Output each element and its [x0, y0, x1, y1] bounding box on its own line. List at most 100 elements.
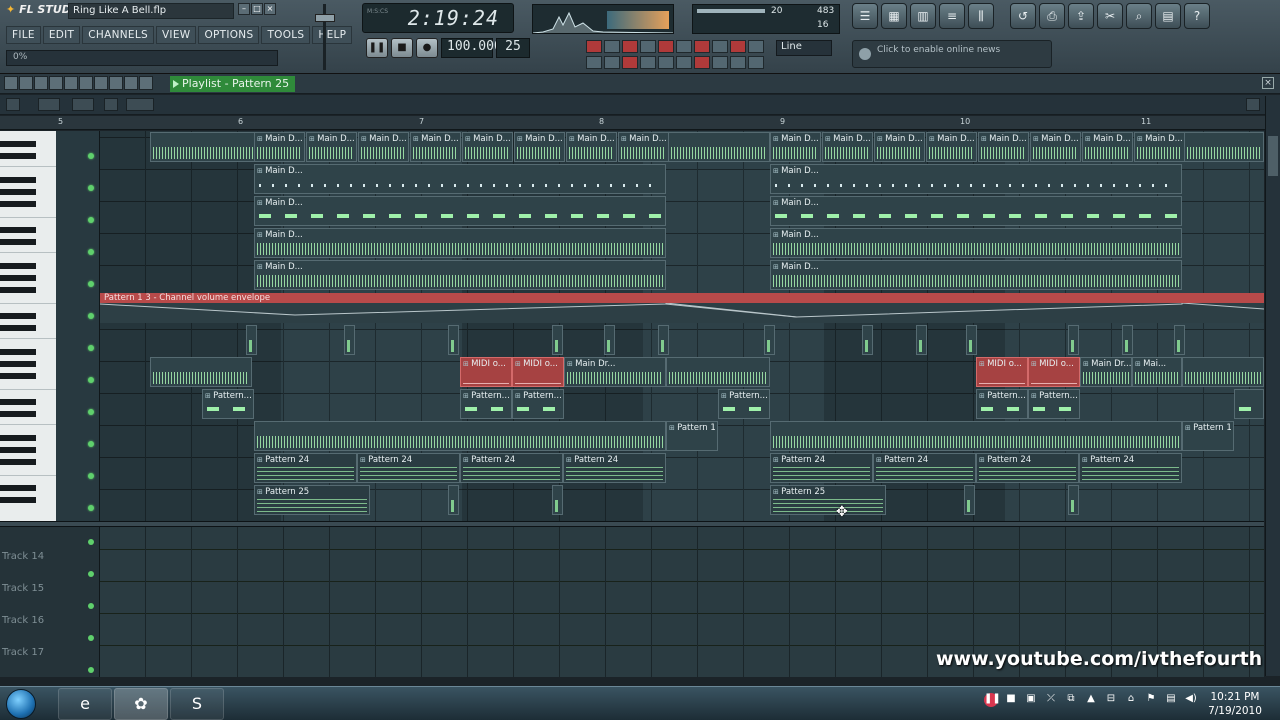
pencil-icon[interactable] — [34, 76, 48, 90]
pattern-clip[interactable]: Pattern 24 — [770, 453, 873, 483]
pattern-clip[interactable]: Pattern 24 — [976, 453, 1079, 483]
internet-explorer-icon[interactable]: e — [58, 688, 112, 720]
pattern-number-display[interactable]: 25 — [496, 38, 530, 58]
left-arrow-icon[interactable] — [104, 98, 118, 111]
pattern-clip[interactable]: Main D... — [462, 132, 513, 162]
toggle-button[interactable] — [640, 56, 656, 69]
toggle-button[interactable] — [676, 40, 692, 53]
pattern-clip[interactable] — [964, 485, 975, 515]
toggle-button[interactable] — [694, 40, 710, 53]
pattern-clip[interactable] — [604, 325, 615, 355]
vertical-scrollbar[interactable] — [1265, 96, 1280, 676]
pattern-clip[interactable] — [254, 421, 666, 451]
toggle-button[interactable] — [658, 40, 674, 53]
browser-icon[interactable]: ≡ — [939, 3, 965, 29]
pattern-clip[interactable]: Pattern 25 — [254, 485, 370, 515]
right-arrow-icon[interactable] — [1246, 98, 1260, 111]
track-enable-led[interactable] — [88, 249, 94, 255]
track-enable-led[interactable] — [88, 539, 94, 545]
pattern-clip[interactable] — [448, 485, 459, 515]
record-indicator-icon[interactable]: ❚❚ — [984, 693, 1001, 707]
restore-icon[interactable]: □ — [251, 3, 263, 15]
pattern-clip[interactable]: Pattern... — [1028, 389, 1080, 419]
track-enable-led[interactable] — [88, 473, 94, 479]
mixer-icon[interactable]: ⫼ — [968, 3, 994, 29]
pattern-clip[interactable]: Pattern 24 — [563, 453, 666, 483]
start-button[interactable] — [6, 689, 36, 719]
toggle-button[interactable] — [586, 40, 602, 53]
toggle-button[interactable] — [730, 40, 746, 53]
network-icon[interactable]: ▤ — [1164, 693, 1178, 707]
pause-button[interactable]: ❚❚ — [366, 38, 388, 58]
tray-icon[interactable]: ▣ — [1024, 693, 1038, 707]
toggle-button[interactable] — [748, 40, 764, 53]
pattern-clip[interactable] — [966, 325, 977, 355]
toggle-button[interactable] — [676, 56, 692, 69]
toggle-button[interactable] — [604, 40, 620, 53]
pattern-clip[interactable]: Main D... — [978, 132, 1029, 162]
track-enable-led[interactable] — [88, 377, 94, 383]
fl-studio-icon[interactable]: ✿ — [114, 688, 168, 720]
pattern-clip[interactable] — [1122, 325, 1133, 355]
track-name[interactable]: Track 16 — [2, 615, 44, 626]
track-enable-led[interactable] — [88, 153, 94, 159]
slider-handle[interactable] — [315, 14, 335, 22]
flag-icon[interactable]: ⚑ — [1144, 693, 1158, 707]
undo-icon[interactable]: ↺ — [1010, 3, 1036, 29]
help-icon[interactable]: ? — [1184, 3, 1210, 29]
midi-out-clip[interactable]: MIDI o... — [460, 357, 512, 387]
pattern-clip[interactable] — [150, 357, 252, 387]
tray-icon[interactable]: ⧉ — [1064, 693, 1078, 707]
toggle-button[interactable] — [640, 40, 656, 53]
pattern-clip[interactable]: Main D... — [618, 132, 669, 162]
pattern-clip[interactable]: Main D... — [254, 196, 666, 226]
pattern-clip[interactable]: Main D... — [410, 132, 461, 162]
pattern-clip[interactable]: Pattern... — [976, 389, 1028, 419]
pattern-clip[interactable]: Main D... — [770, 228, 1182, 258]
pattern-clip[interactable]: Main D... — [254, 132, 305, 162]
pattern-clip[interactable]: Mai... — [1132, 357, 1182, 387]
pattern-clip[interactable] — [770, 421, 1182, 451]
online-news-panel[interactable]: Click to enable online news — [852, 40, 1052, 68]
pattern-clip[interactable]: Main D... — [306, 132, 357, 162]
pattern-clip[interactable] — [246, 325, 257, 355]
pattern-clip[interactable] — [1184, 132, 1264, 162]
skype-icon[interactable]: S — [170, 688, 224, 720]
playlist-grid[interactable]: Main D... Main D... Main D... Main D... … — [100, 131, 1264, 521]
toggle-button[interactable] — [604, 56, 620, 69]
scrollbar-thumb[interactable] — [1268, 136, 1278, 176]
pattern-clip[interactable] — [552, 325, 563, 355]
project-info-icon[interactable]: ▤ — [1155, 3, 1181, 29]
pattern-clip[interactable]: Main D... — [254, 228, 666, 258]
close-icon[interactable]: × — [264, 3, 276, 15]
track-enable-led[interactable] — [88, 185, 94, 191]
midi-out-clip[interactable]: MIDI o... — [1028, 357, 1080, 387]
pattern-clip[interactable]: Pattern... — [202, 389, 254, 419]
pattern-clip[interactable]: Pattern 24 — [873, 453, 976, 483]
pattern-clip[interactable]: Main D... — [822, 132, 873, 162]
pattern-clip[interactable] — [862, 325, 873, 355]
volume-icon[interactable]: ◀) — [1184, 693, 1198, 707]
tray-icon[interactable]: ⤫ — [1044, 693, 1058, 707]
track-name[interactable]: Track 14 — [2, 551, 44, 562]
tray-icon[interactable]: ⊟ — [1104, 693, 1118, 707]
track-enable-led[interactable] — [88, 603, 94, 609]
pattern-clip[interactable]: Pattern 1 — [1182, 421, 1234, 451]
minimize-icon[interactable]: – — [238, 3, 250, 15]
pattern-clip[interactable]: Main D... — [770, 260, 1182, 290]
mute-icon[interactable] — [79, 76, 93, 90]
pattern-clip[interactable]: Main D... — [254, 260, 666, 290]
track-name[interactable]: Track 15 — [2, 583, 44, 594]
pattern-clip[interactable] — [1174, 325, 1185, 355]
tempo-display[interactable]: 100.000 — [441, 38, 502, 58]
pattern-clip[interactable]: Main D... — [874, 132, 925, 162]
pattern-clip[interactable] — [344, 325, 355, 355]
tray-icon[interactable]: ⌂ — [1124, 693, 1138, 707]
pattern-clip[interactable]: Main D... — [770, 132, 821, 162]
pattern-clip[interactable]: Pattern... — [512, 389, 564, 419]
pattern-clip[interactable]: Pattern... — [460, 389, 512, 419]
brush-icon[interactable] — [49, 76, 63, 90]
record-button[interactable]: ● — [416, 38, 438, 58]
menu-tools[interactable]: TOOLS — [261, 26, 311, 44]
toggle-button[interactable] — [694, 56, 710, 69]
